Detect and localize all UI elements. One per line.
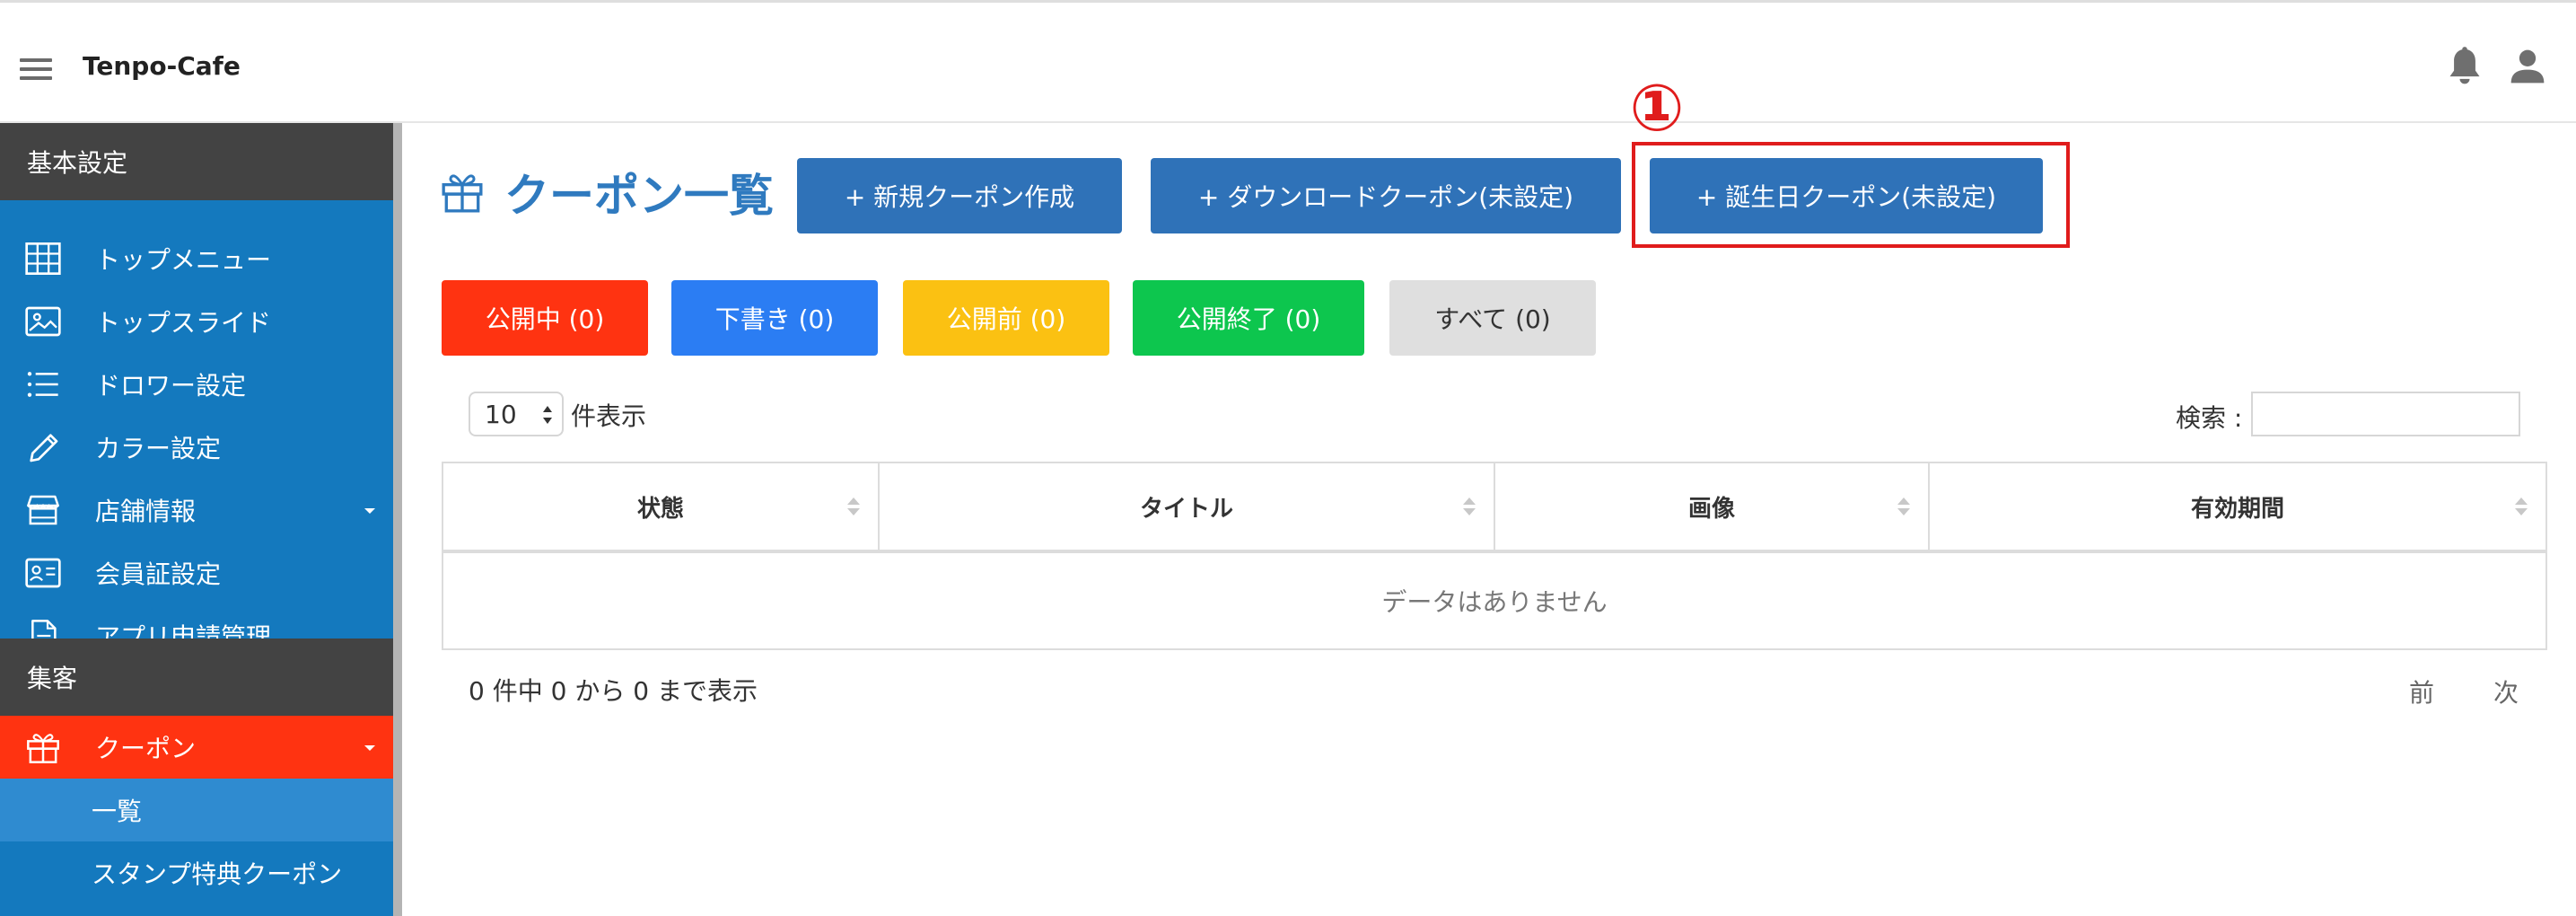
sidebar-item-top-slide[interactable]: トップスライド [0,290,393,353]
sidebar-item-label: ドロワー設定 [95,371,247,401]
sort-icon [1897,498,1910,515]
sort-icon [847,498,860,515]
gift-icon [442,174,483,213]
sidebar-item-store-info[interactable]: 店舗情報 [0,479,393,542]
sort-icon [2515,498,2528,515]
annotation-highlight-box [1632,142,2070,248]
page-length-select[interactable]: 10 [469,392,564,436]
sidebar-section-attract: 集客 [0,639,393,716]
bell-icon[interactable] [2445,46,2484,89]
table-header: 状態 タイトル 画像 有効期間 [443,463,2545,553]
sidebar-item-label: カラー設定 [95,434,222,463]
filter-all-button[interactable]: すべて (0) [1389,280,1596,356]
column-header-image[interactable]: 画像 [1495,463,1930,550]
filter-draft-button[interactable]: 下書き (0) [671,280,878,356]
column-label: 状態 [636,495,684,523]
column-header-title[interactable]: タイトル [880,463,1495,550]
sidebar-item-coupon[interactable]: クーポン [0,716,393,779]
filter-ended-button[interactable]: 公開終了 (0) [1133,280,1364,356]
grid-icon [25,242,61,275]
sidebar-item-label: トップメニュー [95,245,272,275]
sidebar-item-label: 会員証設定 [95,559,222,589]
download-coupon-button[interactable]: + ダウンロードクーポン(未設定) [1151,158,1621,233]
gift-icon [27,734,59,763]
annotation-marker: ① [1629,70,1685,145]
sidebar-item-label: トップスライド [95,308,272,338]
coupon-table: 状態 タイトル 画像 有効期間 データはありません [442,462,2547,650]
app-brand: Tenpo-Cafe [83,51,241,81]
sidebar-scrollbar[interactable] [393,123,402,916]
sidebar-item-top-menu[interactable]: トップメニュー [0,227,393,290]
filter-scheduled-button[interactable]: 公開前 (0) [903,280,1109,356]
id-card-icon [25,558,61,588]
user-icon[interactable] [2508,46,2547,87]
page-title-area: クーポン一覧 [440,158,774,226]
search-input[interactable] [2251,392,2520,436]
filter-published-button[interactable]: 公開中 (0) [442,280,648,356]
sidebar-item-label: 店舗情報 [95,497,197,526]
page-length-label: 件表示 [571,401,647,431]
sidebar-item-label: クーポン [95,734,197,763]
list-icon [27,372,58,397]
pencil-icon [30,434,58,462]
page-title: クーポン一覧 [504,170,774,222]
table-empty-message: データはありません [1381,587,1608,617]
column-label: 画像 [1687,495,1735,523]
sidebar-subitem-stamp-coupon[interactable]: スタンプ特典クーポン [0,841,393,904]
sidebar-item-member-card[interactable]: 会員証設定 [0,542,393,604]
sidebar-item-color[interactable]: カラー設定 [0,416,393,479]
select-arrows-icon [543,406,552,424]
sidebar-subitem-list[interactable]: 一覧 [0,779,393,841]
search-label: 検索 : [2176,403,2243,433]
sidebar-item-drawer[interactable]: ドロワー設定 [0,353,393,416]
store-icon [27,495,59,525]
sidebar-section-basic: 基本設定 [0,123,393,200]
sort-icon [1463,498,1476,515]
table-info: 0 件中 0 から 0 まで表示 [469,676,758,706]
column-label: タイトル [1139,495,1233,523]
new-coupon-button[interactable]: + 新規クーポン作成 [797,158,1122,233]
pagination-next-button[interactable]: 次 [2493,674,2519,709]
column-label: 有効期間 [2190,495,2284,523]
image-icon [25,306,61,337]
chevron-down-icon [364,508,375,514]
pagination-prev-button[interactable]: 前 [2409,674,2434,709]
column-header-validity[interactable]: 有効期間 [1930,463,2545,550]
hamburger-menu-icon[interactable] [20,58,52,80]
sidebar: 基本設定 トップメニュー トップスライド ドロワー設定 カラー設定 店舗情報 会… [0,123,402,916]
chevron-down-icon [364,745,375,751]
column-header-status[interactable]: 状態 [443,463,880,550]
top-header: Tenpo-Cafe [0,0,2576,123]
page-length-value: 10 [485,399,517,429]
